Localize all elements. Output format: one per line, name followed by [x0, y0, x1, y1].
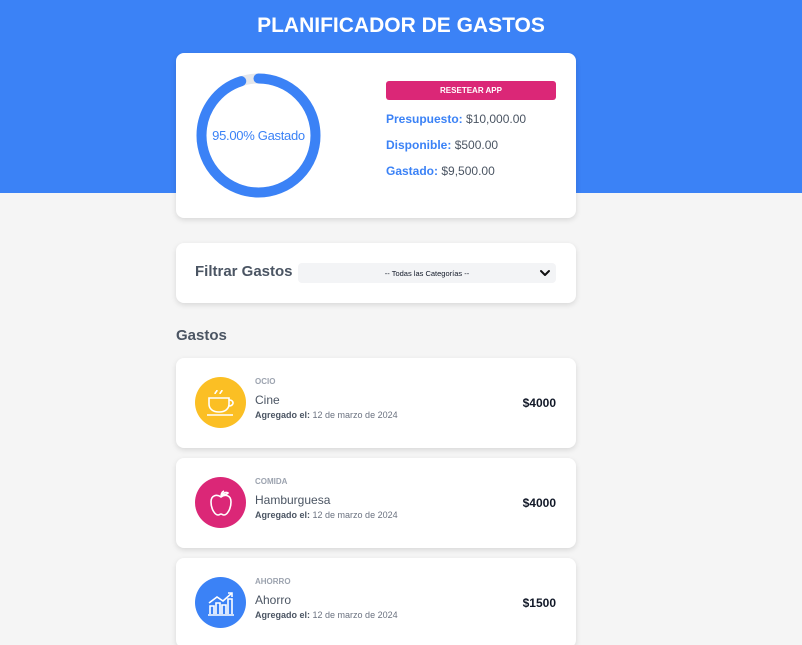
- spent-value: $9,500.00: [441, 164, 495, 178]
- filter-label: Filtrar Gastos: [195, 263, 293, 280]
- expense-category: AHORRO: [255, 577, 291, 586]
- budget-card: 95.00% Gastado RESETEAR APP Presupuesto:…: [176, 53, 576, 218]
- available-stat: Disponible: $500.00: [386, 138, 498, 152]
- expense-date-value: 12 de marzo de 2024: [312, 610, 398, 620]
- budget-label: Presupuesto:: [386, 112, 463, 126]
- filter-selected-value: -- Todas las Categorías --: [384, 268, 470, 278]
- expense-date: Agregado el: 12 de marzo de 2024: [255, 510, 398, 520]
- expense-item[interactable]: COMIDA Hamburguesa Agregado el: 12 de ma…: [176, 458, 576, 548]
- available-value: $500.00: [454, 138, 499, 152]
- expense-name: Hamburguesa: [255, 493, 331, 507]
- spent-stat: Gastado: $9,500.00: [386, 164, 495, 178]
- expense-date-value: 12 de marzo de 2024: [312, 510, 398, 520]
- budget-progress-ring: 95.00% Gastado: [195, 72, 322, 199]
- coffee-cup-icon: [195, 377, 246, 428]
- budget-value: $10,000.00: [466, 112, 527, 126]
- apple-icon: [195, 477, 246, 528]
- expense-date: Agregado el: 12 de marzo de 2024: [255, 610, 398, 620]
- expense-category: COMIDA: [255, 477, 288, 486]
- expense-category: OCIO: [255, 377, 276, 386]
- category-filter-select[interactable]: -- Todas las Categorías --: [298, 263, 556, 283]
- expense-amount: $1500: [522, 596, 556, 610]
- expense-name: Ahorro: [255, 593, 292, 607]
- chevron-down-icon: [540, 270, 550, 276]
- expense-item[interactable]: OCIO Cine Agregado el: 12 de marzo de 20…: [176, 358, 576, 448]
- expense-date: Agregado el: 12 de marzo de 2024: [255, 410, 398, 420]
- expense-date-value: 12 de marzo de 2024: [312, 410, 398, 420]
- expense-amount: $4000: [522, 396, 556, 410]
- expense-date-label: Agregado el:: [255, 510, 311, 520]
- reset-app-button[interactable]: RESETEAR APP: [386, 81, 556, 100]
- expense-amount: $4000: [522, 496, 556, 510]
- expense-date-label: Agregado el:: [255, 410, 311, 420]
- expense-date-label: Agregado el:: [255, 610, 311, 620]
- expense-name: Cine: [255, 393, 280, 407]
- expenses-section-title: Gastos: [176, 327, 227, 344]
- budget-stat: Presupuesto: $10,000.00: [386, 112, 526, 126]
- expense-item[interactable]: AHORRO Ahorro Agregado el: 12 de marzo d…: [176, 558, 576, 645]
- progress-label: 95.00% Gastado: [212, 128, 305, 143]
- app-title: PLANIFICADOR DE GASTOS: [257, 14, 545, 37]
- spent-label: Gastado:: [386, 164, 439, 178]
- filter-card: Filtrar Gastos -- Todas las Categorías -…: [176, 243, 576, 303]
- savings-chart-icon: [195, 577, 246, 628]
- available-label: Disponible:: [386, 138, 452, 152]
